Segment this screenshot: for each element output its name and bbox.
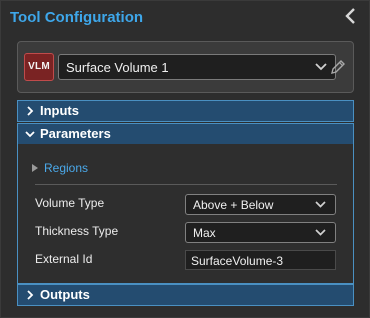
divider — [35, 184, 337, 185]
chevron-down-icon — [25, 131, 35, 138]
tool-configuration-panel: Tool Configuration VLM Surface Volume 1 … — [0, 0, 370, 318]
regions-label: Regions — [44, 161, 89, 175]
parameters-section-header[interactable]: Parameters — [18, 124, 353, 144]
chevron-left-icon[interactable] — [343, 7, 359, 25]
outputs-section-header[interactable]: Outputs — [18, 285, 353, 305]
tool-select-value: Surface Volume 1 — [66, 60, 169, 75]
tool-select-dropdown[interactable]: Surface Volume 1 — [58, 54, 336, 80]
panel-title: Tool Configuration — [10, 9, 144, 26]
tool-selector-box: VLM Surface Volume 1 — [17, 41, 354, 93]
external-id-value: SurfaceVolume-3 — [191, 254, 284, 268]
thickness-type-dropdown[interactable]: Max — [185, 222, 336, 243]
outputs-section: Outputs — [17, 284, 354, 306]
panel-header: Tool Configuration — [1, 1, 369, 35]
chevron-right-icon — [27, 290, 34, 300]
pencil-icon[interactable] — [329, 58, 347, 76]
external-id-input[interactable]: SurfaceVolume-3 — [185, 250, 336, 270]
chevron-down-icon — [315, 201, 326, 208]
parameters-section-label: Parameters — [40, 126, 111, 141]
parameters-section: Parameters Regions Volume Type Above + B… — [17, 123, 354, 284]
inputs-section-label: Inputs — [40, 103, 79, 118]
triangle-right-icon — [32, 164, 38, 172]
tool-type-badge: VLM — [24, 53, 54, 81]
inputs-section-header[interactable]: Inputs — [18, 101, 353, 121]
external-id-label: External Id — [35, 252, 93, 266]
chevron-down-icon — [315, 229, 326, 236]
inputs-section: Inputs — [17, 100, 354, 122]
outputs-section-label: Outputs — [40, 287, 90, 302]
volume-type-label: Volume Type — [35, 196, 105, 210]
chevron-right-icon — [27, 106, 34, 116]
thickness-type-value: Max — [193, 226, 216, 240]
thickness-type-label: Thickness Type — [35, 224, 119, 238]
volume-type-dropdown[interactable]: Above + Below — [185, 194, 336, 215]
volume-type-value: Above + Below — [193, 198, 274, 212]
tool-type-badge-text: VLM — [28, 61, 50, 72]
chevron-down-icon — [315, 63, 327, 71]
